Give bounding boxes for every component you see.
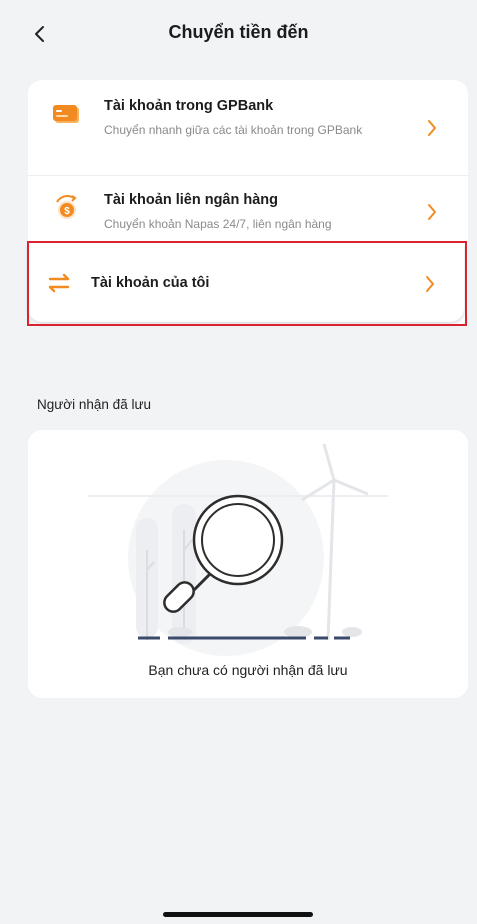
svg-text:$: $ [64,206,70,217]
empty-state-text: Bạn chưa có người nhận đã lưu [148,662,348,678]
menu-item-gpbank-account[interactable]: Tài khoản trong GPBank Chuyển nhanh giữa… [28,80,468,175]
menu-item-title: Tài khoản liên ngân hàng [104,192,279,208]
saved-recipients-card: Bạn chưa có người nhận đã lưu [28,430,468,698]
menu-item-subtitle: Chuyển nhanh giữa các tài khoản trong GP… [104,123,363,137]
transfer-arrows-icon [44,268,74,298]
menu-item-interbank-account[interactable]: $ Tài khoản liên ngân hàng Chuyển khoản … [28,176,468,246]
chevron-right-icon [422,274,438,294]
home-indicator[interactable] [163,912,313,917]
card-icon [52,100,82,130]
saved-recipients-title: Người nhận đã lưu [37,397,151,412]
chevron-right-icon [424,202,440,222]
exchange-money-icon: $ [52,194,82,224]
header: Chuyển tiền đến [0,0,477,72]
menu-item-subtitle: Chuyển khoản Napas 24/7, liên ngân hàng [104,217,332,231]
empty-state-illustration [88,440,408,660]
menu-item-title: Tài khoản trong GPBank [104,98,274,114]
chevron-right-icon [424,118,440,138]
page-title: Chuyển tiền đến [168,22,309,42]
menu-item-my-account[interactable]: Tài khoản của tôi [28,244,464,322]
menu-item-title: Tài khoản của tôi [91,275,210,291]
